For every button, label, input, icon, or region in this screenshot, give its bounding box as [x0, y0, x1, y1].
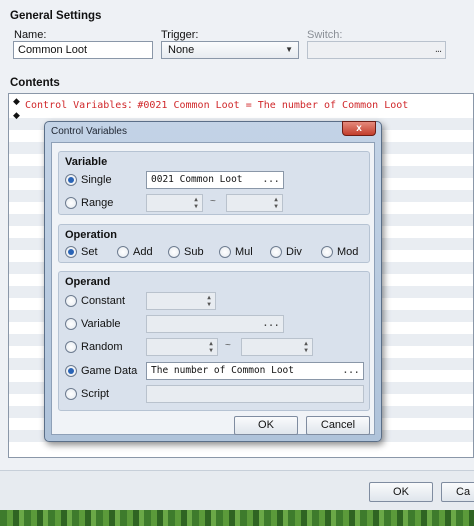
operation-add-radio[interactable] [117, 246, 129, 258]
operation-sub-label: Sub [184, 246, 204, 258]
operation-mod-radio[interactable] [321, 246, 333, 258]
operation-group: Operation Set Add Sub Mul Div Mod [58, 224, 370, 263]
range-radio[interactable] [65, 197, 77, 209]
diamond-icon: ◆ [13, 110, 20, 120]
random-min-field[interactable]: ▲ ▼ [146, 338, 218, 356]
map-background [0, 510, 474, 526]
single-variable-value: 0021 Common Loot [151, 174, 243, 185]
operand-group-title: Operand [65, 276, 111, 288]
random-separator: ~ [225, 340, 231, 351]
close-icon: x [356, 123, 362, 134]
random-radio[interactable] [65, 341, 77, 353]
game-data-label: Game Data [81, 365, 138, 377]
script-field[interactable] [146, 385, 364, 403]
game-data-value: The number of Common Loot [151, 365, 294, 376]
footer-bar: OK Ca [0, 470, 474, 510]
ok-button[interactable]: OK [369, 482, 433, 502]
spin-arrows-icon: ▲ ▼ [194, 196, 198, 210]
operation-group-title: Operation [65, 229, 117, 241]
trigger-select[interactable]: None ▼ [161, 41, 299, 59]
name-label: Name: [14, 29, 47, 41]
dialog-ok-button[interactable]: OK [234, 416, 298, 435]
spin-arrows-icon: ▲ ▼ [304, 340, 308, 354]
control-variables-dialog: Control Variables x Variable Single 0021… [44, 121, 382, 442]
operation-mul-label: Mul [235, 246, 253, 258]
script-label: Script [81, 388, 110, 400]
operation-div-radio[interactable] [270, 246, 282, 258]
dialog-cancel-button[interactable]: Cancel [306, 416, 370, 435]
variable-operand-radio[interactable] [65, 318, 77, 330]
trigger-label: Trigger: [161, 29, 199, 41]
chevron-down-icon: ▼ [285, 45, 293, 54]
operation-set-label: Set [81, 246, 98, 258]
close-button[interactable]: x [342, 121, 376, 136]
constant-radio[interactable] [65, 295, 77, 307]
operation-sub-radio[interactable] [168, 246, 180, 258]
cancel-button[interactable]: Ca [441, 482, 474, 502]
switch-label: Switch: [307, 29, 343, 41]
constant-label: Constant [81, 295, 126, 307]
single-variable-browse-button[interactable]: ... [262, 171, 280, 187]
diamond-icon: ◆ [13, 96, 20, 106]
game-data-radio[interactable] [65, 365, 77, 377]
game-data-browse-button[interactable]: ... [342, 362, 360, 378]
variable-group-title: Variable [65, 156, 108, 168]
range-end-field[interactable]: ▲ ▼ [226, 194, 283, 212]
command-text: Control Variables：#0021 Common Loot = Th… [25, 100, 409, 111]
single-variable-field[interactable]: 0021 Common Loot ... [146, 171, 284, 189]
operation-mod-label: Mod [337, 246, 359, 258]
contents-title: Contents [10, 77, 60, 89]
dialog-title: Control Variables [51, 126, 127, 137]
random-label: Random [81, 341, 123, 353]
variable-operand-field[interactable]: ... [146, 315, 284, 333]
variable-operand-browse-button[interactable]: ... [262, 315, 280, 331]
constant-field[interactable]: ▲ ▼ [146, 292, 216, 310]
operation-add-label: Add [133, 246, 153, 258]
script-radio[interactable] [65, 388, 77, 400]
variable-group: Variable Single 0021 Common Loot ... Ran… [58, 151, 370, 215]
switch-browse-button[interactable]: ... [435, 41, 442, 57]
range-separator: ~ [210, 196, 216, 207]
trigger-value: None [168, 44, 195, 56]
switch-field[interactable]: ... [307, 41, 446, 59]
game-data-field[interactable]: The number of Common Loot ... [146, 362, 364, 380]
random-max-field[interactable]: ▲ ▼ [241, 338, 313, 356]
operation-mul-radio[interactable] [219, 246, 231, 258]
dialog-body: Variable Single 0021 Common Loot ... Ran… [51, 142, 375, 435]
name-input[interactable]: Common Loot [13, 41, 153, 59]
range-start-field[interactable]: ▲ ▼ [146, 194, 203, 212]
operand-group: Operand Constant ▲ ▼ Variable ... Random … [58, 271, 370, 411]
operation-div-label: Div [286, 246, 302, 258]
spin-arrows-icon: ▲ ▼ [274, 196, 278, 210]
general-settings-title: General Settings [10, 10, 102, 22]
operation-set-radio[interactable] [65, 246, 77, 258]
single-radio[interactable] [65, 174, 77, 186]
spin-arrows-icon: ▲ ▼ [209, 340, 213, 354]
single-label: Single [81, 174, 112, 186]
range-label: Range [81, 197, 114, 209]
variable-operand-label: Variable [81, 318, 121, 330]
spin-arrows-icon: ▲ ▼ [207, 294, 211, 308]
